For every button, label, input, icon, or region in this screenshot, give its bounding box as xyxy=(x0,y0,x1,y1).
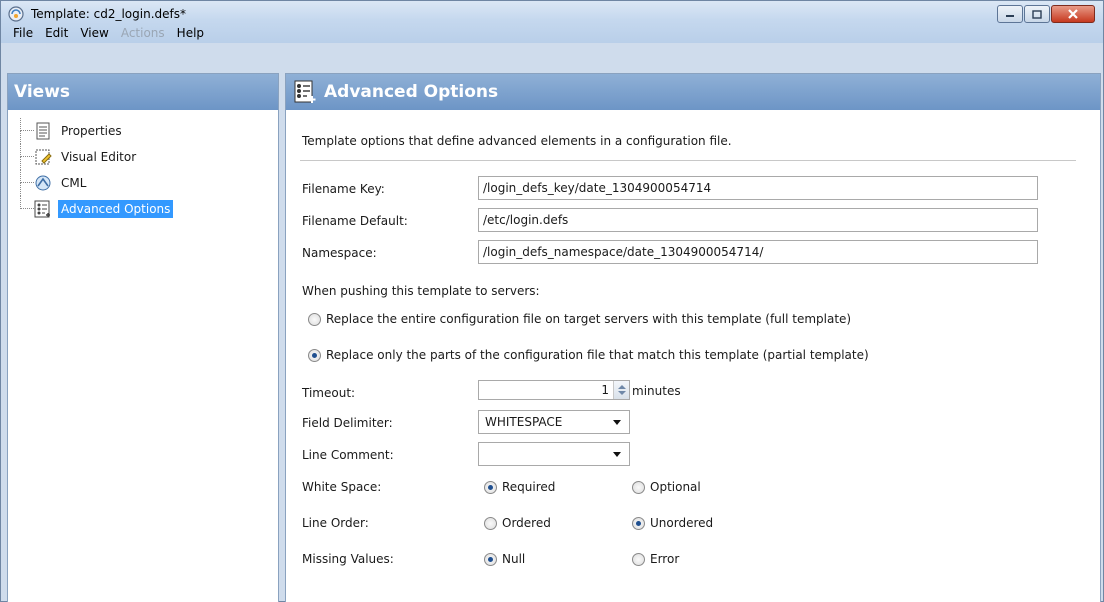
panel-description: Template options that define advanced el… xyxy=(302,134,732,148)
views-panel: Views Properties Visual Editor CML Advan… xyxy=(7,73,279,602)
partial-template-radio[interactable]: Replace only the parts of the configurat… xyxy=(308,348,869,362)
partial-template-label: Replace only the parts of the configurat… xyxy=(326,348,869,362)
menu-bar: File Edit View Actions Help xyxy=(1,23,1103,43)
maximize-icon xyxy=(1032,9,1042,19)
chevron-down-icon xyxy=(613,420,621,425)
radio-label: Optional xyxy=(650,480,701,494)
window-controls xyxy=(997,5,1095,23)
tree-item-label: Advanced Options xyxy=(58,200,174,218)
timeout-label: Timeout: xyxy=(302,386,356,400)
maximize-button[interactable] xyxy=(1024,5,1050,23)
tree-item-label: CML xyxy=(61,176,87,190)
spinner-arrows[interactable] xyxy=(613,381,629,399)
filename-key-label: Filename Key: xyxy=(302,182,385,196)
advanced-options-icon xyxy=(34,200,50,218)
line-order-label: Line Order: xyxy=(302,516,369,530)
views-tree: Properties Visual Editor CML Advanced Op… xyxy=(8,110,278,222)
tree-item-label: Properties xyxy=(61,124,122,138)
tree-item-properties[interactable]: Properties xyxy=(8,118,278,144)
menu-file[interactable]: File xyxy=(7,23,39,43)
field-delimiter-label: Field Delimiter: xyxy=(302,416,393,430)
tree-item-label: Visual Editor xyxy=(61,150,137,164)
advanced-options-header: Advanced Options xyxy=(286,74,1100,110)
close-button[interactable] xyxy=(1051,5,1095,23)
radio-label: Null xyxy=(502,552,526,566)
panel-title: Advanced Options xyxy=(324,82,499,102)
radio-button[interactable] xyxy=(308,348,321,362)
namespace-label: Namespace: xyxy=(302,246,377,260)
tree-item-visual-editor[interactable]: Visual Editor xyxy=(8,144,278,170)
full-template-radio[interactable]: Replace the entire configuration file on… xyxy=(308,312,851,326)
spinner-up-down-icon xyxy=(618,385,626,395)
cml-icon xyxy=(35,175,51,191)
line-order-unordered-radio[interactable]: Unordered xyxy=(632,516,713,530)
field-delimiter-value: WHITESPACE xyxy=(485,415,563,429)
menu-view[interactable]: View xyxy=(74,23,114,43)
radio-button[interactable] xyxy=(632,552,645,566)
properties-icon xyxy=(36,122,50,140)
radio-button[interactable] xyxy=(632,480,645,494)
filename-default-input[interactable] xyxy=(478,208,1038,232)
visual-editor-icon xyxy=(35,149,52,165)
window-title: Template: cd2_login.defs* xyxy=(31,7,186,21)
white-space-optional-radio[interactable]: Optional xyxy=(632,480,701,494)
minimize-icon xyxy=(1006,15,1014,17)
radio-button[interactable] xyxy=(308,312,321,326)
missing-values-error-radio[interactable]: Error xyxy=(632,552,679,566)
chevron-down-icon xyxy=(613,452,621,457)
advanced-options-icon xyxy=(294,80,316,103)
full-template-label: Replace the entire configuration file on… xyxy=(326,312,852,326)
timeout-stepper[interactable]: 1 xyxy=(478,380,630,400)
radio-label: Required xyxy=(502,480,556,494)
advanced-options-panel: Advanced Options Template options that d… xyxy=(285,73,1101,602)
line-comment-select[interactable] xyxy=(478,442,630,466)
field-delimiter-select[interactable]: WHITESPACE xyxy=(478,410,630,434)
menu-help[interactable]: Help xyxy=(171,23,210,43)
missing-values-null-radio[interactable]: Null xyxy=(484,552,525,566)
menu-actions: Actions xyxy=(120,26,165,40)
close-icon xyxy=(1068,9,1078,19)
white-space-label: White Space: xyxy=(302,480,382,494)
namespace-input[interactable] xyxy=(478,240,1038,264)
radio-label: Ordered xyxy=(502,516,551,530)
app-window: Template: cd2_login.defs* File Edit View… xyxy=(0,0,1104,602)
tree-item-advanced-options[interactable]: Advanced Options xyxy=(8,196,278,222)
template-icon xyxy=(8,6,24,22)
filename-default-label: Filename Default: xyxy=(302,214,408,228)
radio-button[interactable] xyxy=(484,480,497,494)
timeout-value: 1 xyxy=(601,383,609,397)
title-bar[interactable]: Template: cd2_login.defs* File Edit View… xyxy=(1,1,1103,43)
radio-button[interactable] xyxy=(632,516,645,530)
menu-edit[interactable]: Edit xyxy=(39,23,74,43)
tree-item-cml[interactable]: CML xyxy=(8,170,278,196)
line-comment-label: Line Comment: xyxy=(302,448,394,462)
white-space-required-radio[interactable]: Required xyxy=(484,480,555,494)
views-header: Views xyxy=(8,74,278,110)
filename-key-input[interactable] xyxy=(478,176,1038,200)
missing-values-label: Missing Values: xyxy=(302,552,394,566)
minimize-button[interactable] xyxy=(997,5,1023,23)
timeout-unit: minutes xyxy=(632,384,681,398)
radio-button[interactable] xyxy=(484,516,497,530)
push-behavior-label: When pushing this template to servers: xyxy=(302,284,540,298)
radio-label: Unordered xyxy=(650,516,714,530)
radio-button[interactable] xyxy=(484,552,497,566)
radio-label: Error xyxy=(650,552,680,566)
line-order-ordered-radio[interactable]: Ordered xyxy=(484,516,551,530)
divider xyxy=(300,160,1076,161)
